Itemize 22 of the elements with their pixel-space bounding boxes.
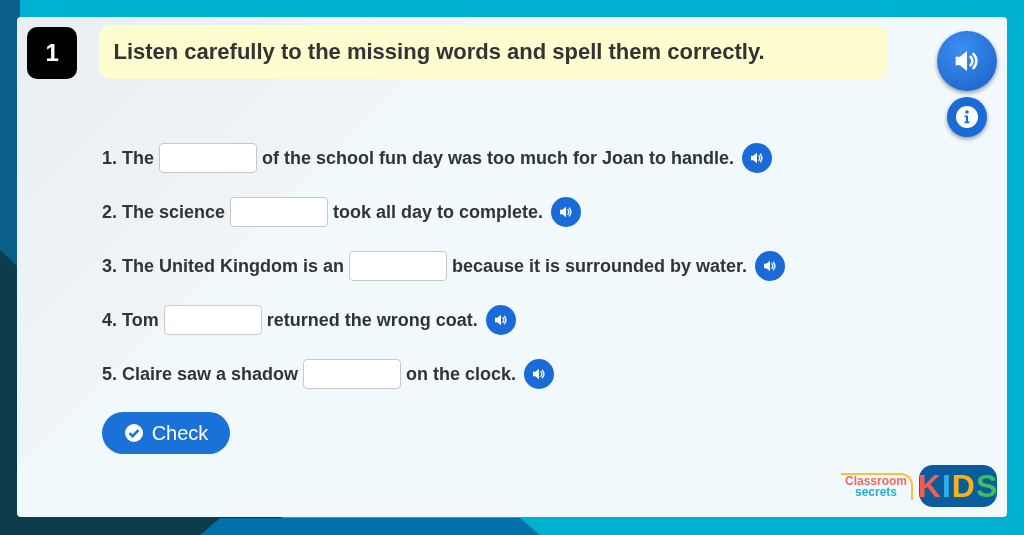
answer-field[interactable]	[163, 305, 262, 335]
check-button[interactable]: Check	[102, 412, 230, 454]
sentence-end: because it is surrounded by water.	[452, 255, 748, 277]
info-icon	[955, 105, 979, 129]
sentence-start: 1. The	[102, 147, 154, 169]
sentence-start: 3. The United Kingdom is an	[102, 255, 344, 277]
sentence-start: 2. The science	[102, 201, 226, 223]
answer-field[interactable]	[303, 359, 402, 389]
answer-field[interactable]	[159, 143, 257, 173]
sentence-end: took all day to complete.	[333, 201, 544, 223]
instruction-text: Listen carefully to the missing words and spell them correctly.	[99, 25, 888, 79]
check-icon	[123, 423, 144, 443]
sentence-end: returned the wrong coat.	[266, 309, 478, 331]
answer-field[interactable]	[230, 197, 329, 227]
logo-text: Classroom secrets	[840, 472, 913, 500]
sentence-end: of the school fun day was too much for Joan to handle.	[262, 147, 735, 169]
sentence-start: 5. Claire saw a shadow	[102, 363, 299, 385]
sentence-start: 4. Tom	[102, 309, 159, 331]
kids-logo: KIDS	[919, 465, 997, 507]
sentence-end: on the clock.	[406, 363, 517, 385]
answer-field[interactable]	[349, 251, 447, 281]
question-number: 1	[27, 27, 78, 79]
